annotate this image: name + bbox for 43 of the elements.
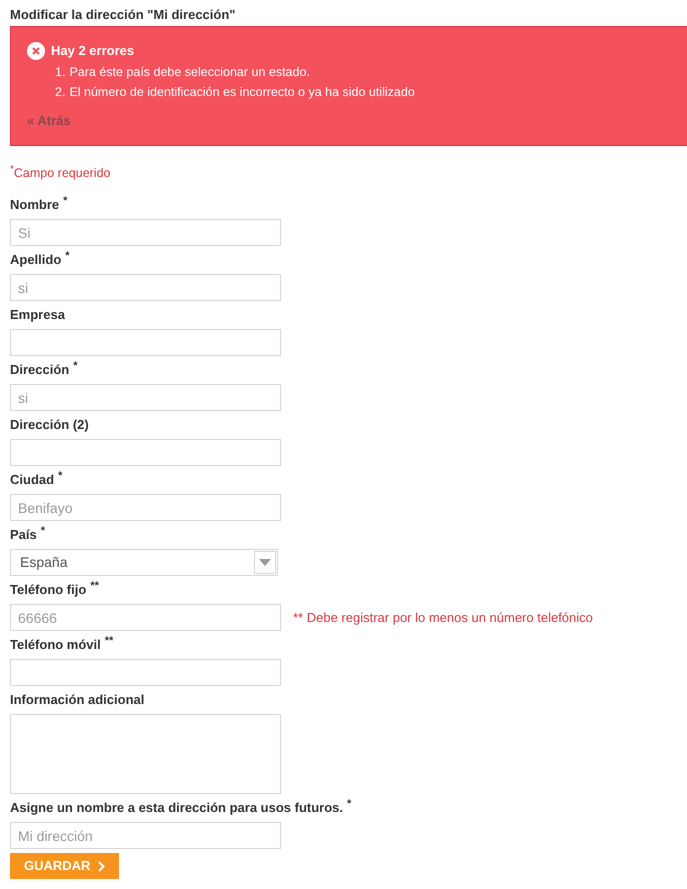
field-label: Apellido <box>10 251 62 269</box>
required-mark: * <box>347 798 352 810</box>
text-field[interactable] <box>10 659 281 686</box>
text-field[interactable]: Si <box>10 219 281 246</box>
text-field[interactable] <box>10 329 281 356</box>
required-note: Campo requerido <box>14 166 110 182</box>
textarea-field[interactable] <box>10 714 281 794</box>
page-title: Modificar la dirección "Mi dirección" <box>10 6 236 24</box>
field-label: Empresa <box>10 306 65 324</box>
error-number: 2. <box>55 84 66 100</box>
field-label: Asigne un nombre a esta dirección para usos futuros. <box>10 799 344 817</box>
error-message: Para éste país debe seleccionar un estado. <box>69 64 310 81</box>
text-field[interactable] <box>10 439 281 466</box>
text-field[interactable]: si <box>10 384 281 411</box>
save-button[interactable]: GUARDAR <box>10 853 120 879</box>
required-mark: * <box>65 250 70 262</box>
text-field[interactable]: Benifayo <box>10 494 281 521</box>
text-field[interactable]: si <box>10 274 281 301</box>
required-mark: ** <box>104 635 114 647</box>
back-link[interactable]: « Atrás <box>27 110 71 130</box>
country-select[interactable]: España <box>10 549 278 576</box>
required-mark: ** <box>90 580 99 592</box>
error-heading: Hay 2 errores <box>51 42 134 60</box>
required-mark: * <box>73 360 78 372</box>
text-field[interactable]: Mi dirección <box>10 822 281 849</box>
field-label: País <box>10 526 37 544</box>
field-label: Teléfono fijo <box>10 581 86 599</box>
required-mark: * <box>63 195 68 207</box>
text-field[interactable]: 66666 <box>10 604 281 631</box>
required-mark: * <box>40 525 46 537</box>
field-label: Información adicional <box>10 691 144 709</box>
field-label: Ciudad <box>10 471 54 489</box>
phone-required-note: ** Debe registrar por lo menos un número telefónico <box>293 608 593 627</box>
error-message: El número de identificación es incorrecto o ya ha sido utilizado <box>69 84 415 101</box>
field-label: Dirección (2) <box>10 416 89 434</box>
field-label: Teléfono móvil <box>10 636 101 654</box>
field-label: Dirección <box>10 361 70 379</box>
chevron-right-icon <box>98 860 106 872</box>
error-number: 1. <box>55 64 66 80</box>
error-icon <box>27 42 45 60</box>
required-mark: * <box>58 470 62 482</box>
field-label: Nombre <box>10 196 60 214</box>
required-mark: * <box>10 164 14 176</box>
